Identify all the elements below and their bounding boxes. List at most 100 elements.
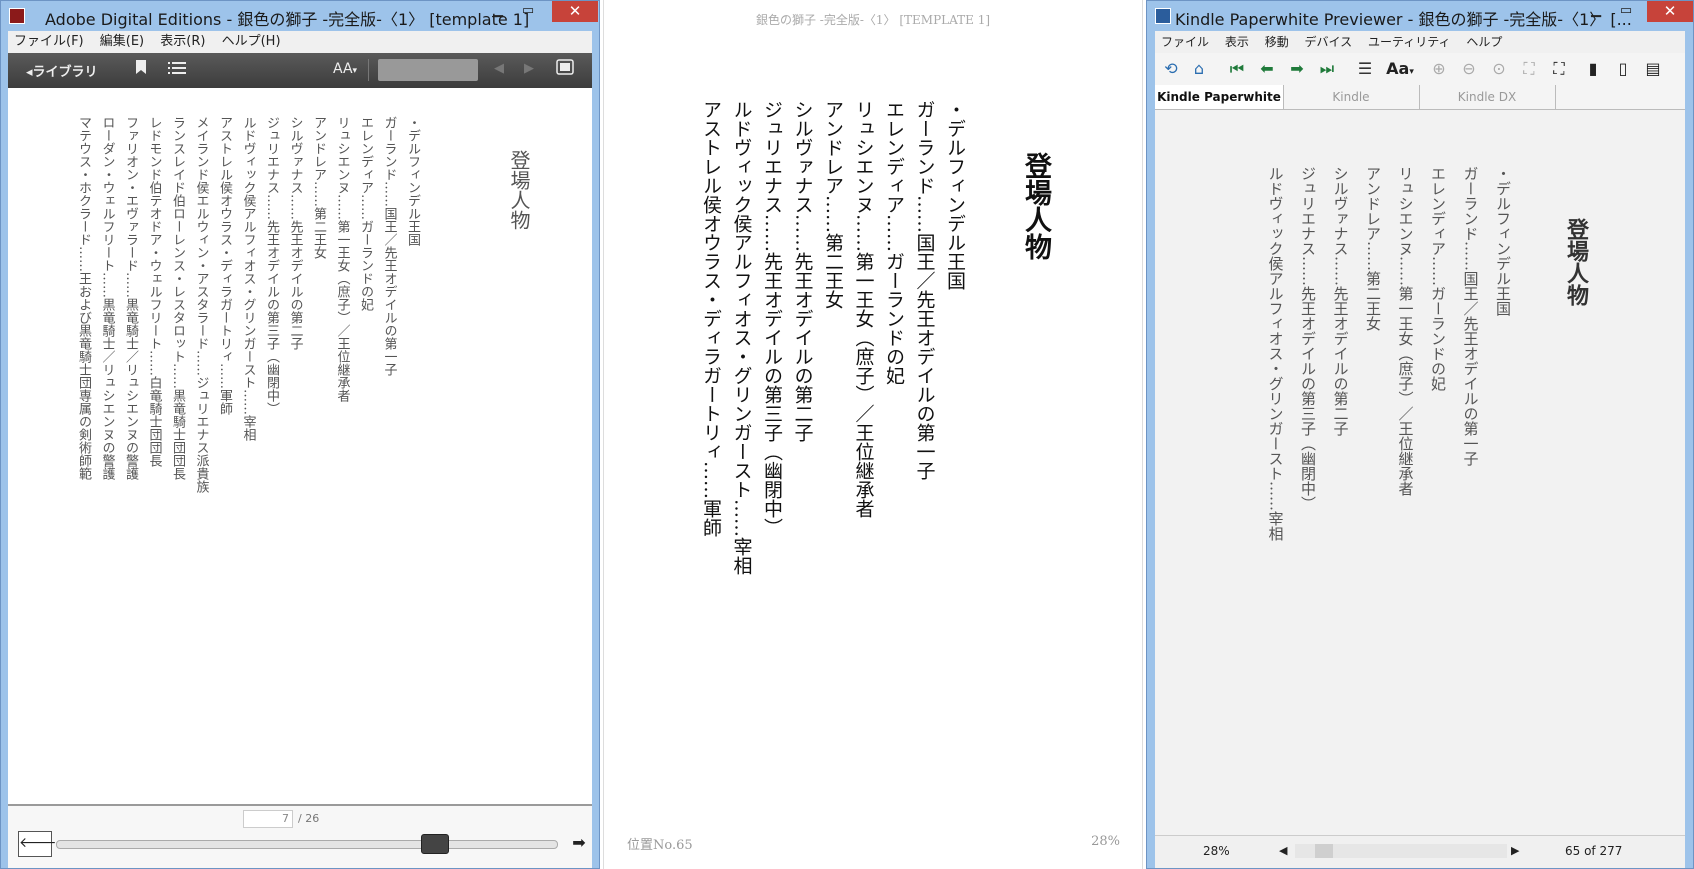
kindle-previewer-window: Kindle Paperwhite Previewer - 銀色の獅子 -完全版… xyxy=(1146,0,1694,869)
ade-heading: 登場人物 xyxy=(507,150,531,230)
font-settings-label: Aa xyxy=(1386,59,1410,78)
bookmark-icon[interactable] xyxy=(135,59,147,79)
ade-text-line: リュシエンヌ……第一王女（庶子）／王位継承者 xyxy=(334,116,350,402)
fullscreen-icon[interactable] xyxy=(556,59,574,79)
next-page-icon[interactable]: ➡ xyxy=(1285,57,1309,81)
ade-toolbar: ◂ライブラリ AA▾ ◀ ▶ xyxy=(8,53,592,88)
ade-minimize-button[interactable]: ▁ xyxy=(483,1,513,22)
font-size-button[interactable]: AA▾ xyxy=(333,61,357,77)
ade-text-line: エレンディア……ガーランドの妃 xyxy=(358,116,373,311)
kpw-status-bar: 28% ◀ ▶ 65 of 277 xyxy=(1155,835,1685,868)
kpw-text-line: リュシエンヌ……第一王女（庶子）／王位継承者 xyxy=(1396,166,1415,496)
portrait-icon[interactable]: ▮ xyxy=(1581,57,1605,81)
page-view-icon[interactable]: ▯ xyxy=(1611,57,1635,81)
zoom-out-icon[interactable]: ⊖ xyxy=(1457,57,1481,81)
next-page-button[interactable]: ➡ xyxy=(568,831,590,855)
tab-kindle[interactable]: Kindle xyxy=(1283,85,1420,109)
kpw-scroll-left-icon[interactable]: ◀ xyxy=(1279,844,1287,857)
book-info-icon[interactable]: ▤ xyxy=(1641,57,1665,81)
reader-text-line: ルドヴィック侯アルフィオス・グリンガースト……宰相 xyxy=(730,100,753,575)
ade-text-line: ファリオン・エヴァラード……黒竜騎士／リュシエンヌの警護 xyxy=(123,116,138,480)
reader-page: 銀色の獅子 -完全版-〈1〉 [TEMPLATE 1] 登場人物 ・デルフィンデ… xyxy=(603,0,1143,869)
kpw-app-icon xyxy=(1155,8,1171,24)
ade-bottom-bar: 7 / 26 🡐 ➡ xyxy=(8,804,592,868)
ade-menu-edit[interactable]: 編集(E) xyxy=(94,31,150,53)
reader-location: 位置No.65 xyxy=(627,838,693,853)
ade-window-title: Adobe Digital Editions - 銀色の獅子 -完全版-〈1〉 … xyxy=(45,10,530,29)
reader-header: 銀色の獅子 -完全版-〈1〉 [TEMPLATE 1] xyxy=(755,13,991,27)
ade-text-line: ランスレイド伯ローレンス・レスタロット……黒竜騎士団団長 xyxy=(170,116,185,480)
kpw-scrollbar-track[interactable] xyxy=(1295,844,1507,858)
font-settings-button[interactable]: Aa▾ xyxy=(1381,57,1419,81)
reader-heading: 登場人物 xyxy=(1020,152,1051,260)
reader-text-line: シルヴァナス……先王オデイルの第二子 xyxy=(791,100,814,442)
reader-percent: 28% xyxy=(1091,834,1120,849)
kpw-menu-utility[interactable]: ユーティリティ xyxy=(1362,31,1457,53)
last-page-icon[interactable]: ⏭ xyxy=(1315,57,1339,81)
ade-text-line: レドモンド伯テオドア・ウェルフリート……白竜騎士団団長 xyxy=(146,116,162,467)
kpw-status-percent: 28% xyxy=(1203,844,1230,858)
page-total: / 26 xyxy=(298,812,320,825)
ade-search-input[interactable] xyxy=(378,59,478,81)
toc-list-icon[interactable] xyxy=(168,61,186,79)
rotate-icon[interactable]: ⟲ xyxy=(1159,57,1183,81)
library-button[interactable]: ◂ライブラリ xyxy=(26,61,98,80)
first-page-icon[interactable]: ⏮ xyxy=(1225,57,1249,81)
kpw-menu-view[interactable]: 表示 xyxy=(1219,31,1255,53)
ade-menu-view[interactable]: 表示(R) xyxy=(154,31,211,53)
kpw-text-line: シルヴァナス……先王オデイルの第二子 xyxy=(1331,166,1350,436)
fit-page-icon[interactable]: ⛶ xyxy=(1517,57,1541,81)
kpw-window-title: Kindle Paperwhite Previewer - 銀色の獅子 -完全版… xyxy=(1175,10,1632,29)
reader-text-line: ジュリエナス……先王オデイルの第三子（幽閉中） xyxy=(761,100,783,537)
kpw-text-line: アンドレア……第二王女 xyxy=(1364,166,1382,331)
kpw-text-line: ジュリエナス……先王オデイルの第三子（幽閉中） xyxy=(1299,166,1317,511)
toc-icon[interactable]: ☰ xyxy=(1353,57,1377,81)
ade-titlebar[interactable]: Adobe Digital Editions - 銀色の獅子 -完全版-〈1〉 … xyxy=(1,1,599,31)
kpw-menu-device[interactable]: デバイス xyxy=(1299,31,1359,53)
ade-close-button[interactable]: ✕ xyxy=(552,1,598,22)
ade-menubar: ファイル(F) 編集(E) 表示(R) ヘルプ(H) xyxy=(8,31,592,53)
kpw-text-line: ・デルフィンデル王国 xyxy=(1494,166,1512,316)
tab-kindle-paperwhite[interactable]: Kindle Paperwhite xyxy=(1155,85,1284,109)
ade-menu-help[interactable]: ヘルプ(H) xyxy=(216,31,287,53)
prev-page-button[interactable]: 🡐 xyxy=(18,831,57,857)
kpw-scroll-right-icon[interactable]: ▶ xyxy=(1511,844,1519,857)
kpw-preview-pane: 登場人物 ・デルフィンデル王国 ガーランド……国王／先王オデイルの第一子 エレンディ… xyxy=(1155,110,1685,836)
prev-page-icon[interactable]: ⬅ xyxy=(1255,57,1279,81)
kpw-menu-file[interactable]: ファイル xyxy=(1155,31,1215,53)
page-slider-track[interactable] xyxy=(56,840,558,849)
kpw-scrollbar-thumb[interactable] xyxy=(1315,844,1333,858)
ade-text-line: シルヴァナス……先王オデイルの第二子 xyxy=(287,116,303,350)
ade-text-line: アストレル侯オウラス・ディラガートリィ……軍師 xyxy=(217,116,232,415)
kpw-menu-go[interactable]: 移動 xyxy=(1259,31,1295,53)
kpw-menu-help[interactable]: ヘルプ xyxy=(1460,31,1508,53)
kpw-titlebar[interactable]: Kindle Paperwhite Previewer - 銀色の獅子 -完全版… xyxy=(1147,1,1693,31)
fit-window-icon[interactable]: ⛶ xyxy=(1547,57,1571,81)
home-icon[interactable]: ⌂ xyxy=(1187,57,1211,81)
page-slider-thumb[interactable] xyxy=(420,834,449,854)
reader-text-line: アストレル侯オウラス・ディラガートリィ……軍師 xyxy=(700,100,722,537)
kpw-close-button[interactable]: ✕ xyxy=(1647,1,1693,22)
kpw-heading: 登場人物 xyxy=(1563,218,1589,306)
search-prev-icon[interactable]: ◀ xyxy=(494,61,504,76)
ade-text-line: ガーランド……国王／先王オデイルの第一子 xyxy=(381,116,397,376)
reader-text-line: アンドレア……第二王女 xyxy=(822,100,844,309)
search-next-icon[interactable]: ▶ xyxy=(524,61,534,76)
kpw-text-line: ルドヴィック侯アルフィオス・グリンガースト……宰相 xyxy=(1266,166,1285,541)
ade-app-icon xyxy=(9,8,25,24)
ade-text-line: アンドレア……第二王女 xyxy=(311,116,326,259)
kpw-maximize-button[interactable]: ▭ xyxy=(1611,1,1641,22)
reader-text-line: ・デルフィンデル王国 xyxy=(944,100,966,290)
zoom-reset-icon[interactable]: ⊙ xyxy=(1487,57,1511,81)
zoom-in-icon[interactable]: ⊕ xyxy=(1427,57,1451,81)
ade-maximize-button[interactable]: ▭ xyxy=(513,1,543,22)
kpw-text-line: エレンディア……ガーランドの妃 xyxy=(1429,166,1447,391)
kpw-toolbar: ⟲ ⌂ ⏮ ⬅ ➡ ⏭ ☰ Aa▾ ⊕ ⊖ ⊙ ⛶ ⛶ ▮ ▯ ▤ xyxy=(1155,53,1685,86)
ade-menu-file[interactable]: ファイル(F) xyxy=(8,31,90,53)
page-number-input[interactable]: 7 xyxy=(243,810,293,828)
tab-kindle-dx[interactable]: Kindle DX xyxy=(1419,85,1556,109)
device-tabs: Kindle Paperwhite Kindle Kindle DX xyxy=(1155,85,1685,110)
ade-text-line: メイランド侯エルウィン・アスタラード……ジュリエナス派貴族 xyxy=(193,116,209,493)
kpw-minimize-button[interactable]: ▁ xyxy=(1581,1,1611,22)
ade-reading-pane: 登場人物 ・デルフィンデル王国 ガーランド……国王／先王オデイルの第一子 エレンディ… xyxy=(8,88,592,868)
